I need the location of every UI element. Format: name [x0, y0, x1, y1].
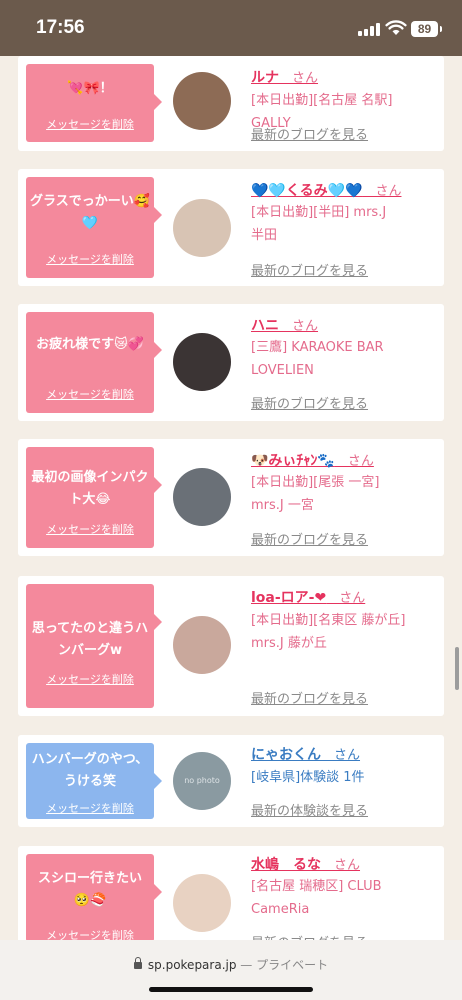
- message-bubble: ハンバーグのやつ、うける笑 メッセージを削除: [26, 743, 162, 819]
- message-bubble: グラスでっかーい🥰🩵 メッセージを削除: [26, 177, 162, 278]
- cast-info: [名古屋 瑞穂区] CLUB CameRia: [251, 879, 382, 917]
- avatar[interactable]: [173, 616, 231, 674]
- avatar[interactable]: [173, 874, 231, 932]
- battery-icon: 89: [411, 21, 442, 37]
- scrollbar[interactable]: [455, 647, 459, 690]
- address-text: sp.pokepara.jp — プライベート: [0, 956, 462, 973]
- cast-name: にゃおくん: [251, 747, 321, 763]
- cast-name-link[interactable]: ハニ さん: [251, 315, 318, 335]
- cellular-signal-icon: [358, 23, 380, 36]
- message-bubble: 最初の画像インパクト大😂 メッセージを削除: [26, 447, 162, 548]
- delete-message-link[interactable]: メッセージを削除: [26, 671, 154, 687]
- delete-message-link[interactable]: メッセージを削除: [26, 800, 154, 816]
- home-indicator[interactable]: [149, 987, 313, 992]
- message-card: 最初の画像インパクト大😂 メッセージを削除 🐶みぃﾁｬﾝ🐾 さん [本日出勤][…: [18, 439, 444, 556]
- honorific: さん: [321, 748, 361, 763]
- delete-message-link[interactable]: メッセージを削除: [26, 386, 154, 402]
- latest-blog-link[interactable]: 最新のブログを見る: [251, 260, 368, 279]
- latest-blog-link[interactable]: 最新のブログを見る: [251, 529, 368, 548]
- no-photo-label: no photo: [184, 776, 220, 785]
- latest-blog-link[interactable]: 最新のブログを見る: [251, 124, 368, 143]
- honorific: さん: [279, 319, 319, 334]
- lock-icon: [133, 957, 142, 969]
- cast-info: [岐阜県]体験談 1件: [251, 770, 365, 785]
- cast-name-link[interactable]: 水嶋 るな さん: [251, 854, 360, 874]
- message-bubble: 思ってたのと違うハンバーグw メッセージを削除: [26, 584, 162, 708]
- cast-info: [三鷹] KARAOKE BAR LOVELIEN: [251, 340, 384, 378]
- clock: 17:56: [36, 17, 85, 38]
- cast-name: 💙🩵くるみ🩵💙: [251, 183, 363, 199]
- message-bubble: スシロー行きたい🥺🍣 メッセージを削除: [26, 854, 162, 942]
- cast-name: ハニ: [251, 318, 279, 334]
- message-text: お疲れ様です😿💞: [36, 337, 144, 352]
- message-text: 最初の画像インパクト大😂: [31, 470, 149, 507]
- cast-info: [本日出勤][名東区 藤が丘] mrs.J 藤が丘: [251, 613, 406, 651]
- message-card: 💘🎀！ メッセージを削除 ルナ さん [本日出勤][名古屋 名駅] GALLY …: [18, 56, 444, 151]
- avatar[interactable]: [173, 72, 231, 130]
- url-text: sp.pokepara.jp: [147, 958, 237, 972]
- avatar[interactable]: [173, 468, 231, 526]
- delete-message-link[interactable]: メッセージを削除: [26, 251, 154, 267]
- cast-name-link[interactable]: ルナ さん: [251, 67, 318, 87]
- message-text: スシロー行きたい🥺🍣: [37, 871, 142, 908]
- avatar[interactable]: no photo: [173, 752, 231, 810]
- honorific: さん: [362, 184, 402, 199]
- message-text: 思ってたのと違うハンバーグw: [31, 621, 149, 658]
- avatar[interactable]: [173, 333, 231, 391]
- message-text: グラスでっかーい🥰🩵: [30, 194, 150, 231]
- latest-blog-link[interactable]: 最新のブログを見る: [251, 688, 368, 707]
- message-bubble: 💘🎀！ メッセージを削除: [26, 64, 162, 142]
- latest-review-link[interactable]: 最新の体験談を見る: [251, 800, 368, 819]
- message-card: お疲れ様です😿💞 メッセージを削除 ハニ さん [三鷹] KARAOKE BAR…: [18, 304, 444, 421]
- cast-info: [本日出勤][尾張 一宮] mrs.J 一宮: [251, 475, 380, 513]
- message-card: グラスでっかーい🥰🩵 メッセージを削除 💙🩵くるみ🩵💙 さん [本日出勤][半田…: [18, 169, 444, 286]
- honorific: さん: [321, 858, 361, 873]
- cast-info: [本日出勤][半田] mrs.J 半田: [251, 205, 387, 243]
- delete-message-link[interactable]: メッセージを削除: [26, 116, 154, 132]
- delete-message-link[interactable]: メッセージを削除: [26, 521, 154, 537]
- cast-name: 水嶋 るな: [251, 857, 321, 873]
- message-card: ハンバーグのやつ、うける笑 メッセージを削除 no photo にゃおくん さん…: [18, 735, 444, 827]
- cast-name-link[interactable]: にゃおくん さん: [251, 744, 360, 764]
- honorific: さん: [279, 71, 319, 86]
- cast-name: 🐶みぃﾁｬﾝ🐾: [251, 453, 335, 469]
- avatar[interactable]: [173, 199, 231, 257]
- private-mode-label: — プライベート: [236, 958, 329, 972]
- cast-name: ルナ: [251, 70, 279, 86]
- message-text: ハンバーグのやつ、うける笑: [31, 752, 149, 789]
- message-card: 思ってたのと違うハンバーグw メッセージを削除 loa-ロア-❤ さん [本日出…: [18, 576, 444, 716]
- latest-blog-link[interactable]: 最新のブログを見る: [251, 393, 368, 412]
- message-text: 💘🎀！: [67, 81, 113, 96]
- cast-name: loa-ロア-❤: [251, 590, 327, 606]
- cast-name-link[interactable]: 💙🩵くるみ🩵💙 さん: [251, 180, 401, 200]
- status-bar: 17:56 89: [0, 0, 462, 56]
- honorific: さん: [326, 591, 366, 606]
- cast-name-link[interactable]: loa-ロア-❤ さん: [251, 587, 365, 607]
- cast-name-link[interactable]: 🐶みぃﾁｬﾝ🐾 さん: [251, 450, 374, 470]
- message-bubble: お疲れ様です😿💞 メッセージを削除: [26, 312, 162, 413]
- wifi-icon: [385, 20, 407, 35]
- honorific: さん: [334, 454, 374, 469]
